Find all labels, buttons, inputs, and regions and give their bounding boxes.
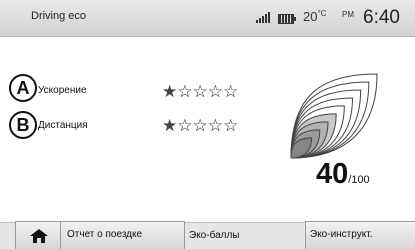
criterion-a-badge: A: [9, 74, 37, 102]
star-empty-icon: ☆: [223, 82, 239, 102]
temperature-value: 20: [303, 9, 318, 24]
home-button[interactable]: [15, 221, 61, 249]
temperature: 20°C: [303, 9, 326, 24]
eco-score-total: /100: [348, 174, 370, 186]
tab-eco-points[interactable]: Эко-баллы: [185, 223, 305, 249]
criterion-distance-label: Дистанция: [38, 120, 88, 131]
star-empty-icon: ☆: [192, 116, 208, 136]
eco-score: 40/100: [316, 158, 370, 191]
star-empty-icon: ☆: [207, 116, 223, 136]
screen-title: Driving eco: [31, 10, 87, 22]
star-empty-icon: ☆: [177, 82, 193, 102]
battery-icon: [278, 14, 296, 24]
ampm-indicator: PM: [342, 10, 354, 19]
tab-eco-instructions[interactable]: Эко-инструкт.: [305, 221, 415, 249]
clock: 6:40: [363, 7, 400, 28]
criterion-b-badge: B: [9, 111, 37, 139]
signal-icon: [256, 11, 272, 23]
star-empty-icon: ☆: [223, 116, 239, 136]
tab-trip-report[interactable]: Отчет о поездке: [61, 221, 185, 249]
eco-score-value: 40: [316, 158, 349, 190]
star-empty-icon: ☆: [192, 82, 208, 102]
star-empty-icon: ☆: [207, 82, 223, 102]
home-icon: [30, 229, 48, 243]
star-empty-icon: ☆: [177, 116, 193, 136]
temperature-unit: °C: [317, 9, 327, 18]
criterion-acceleration-stars: ★☆☆☆☆: [162, 82, 238, 102]
star-filled-icon: ★: [162, 116, 178, 136]
bottom-tab-bar: Отчет о поездке Эко-баллы Эко-инструкт.: [0, 221, 415, 249]
star-filled-icon: ★: [162, 82, 178, 102]
status-bar: Driving eco 20°C PM 6:40: [0, 0, 415, 37]
eco-leaf-icon: [290, 73, 378, 159]
criterion-distance-stars: ★☆☆☆☆: [162, 116, 238, 136]
criterion-acceleration-label: Ускорение: [38, 85, 87, 96]
